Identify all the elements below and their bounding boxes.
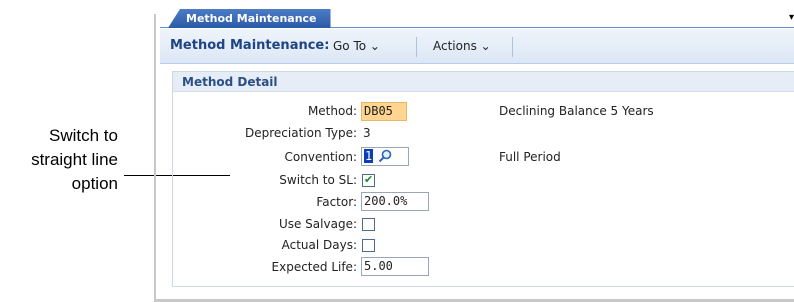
search-icon[interactable] bbox=[378, 149, 392, 163]
use-salvage-checkbox[interactable] bbox=[362, 218, 375, 231]
tab-method-maintenance[interactable]: Method Maintenance bbox=[168, 9, 331, 28]
convention-description: Full Period bbox=[499, 150, 561, 164]
goto-menu-button[interactable]: Go To ⌄ bbox=[333, 39, 380, 53]
callout-line-1: Switch to bbox=[49, 126, 118, 145]
use-salvage-label: Use Salvage: bbox=[278, 217, 357, 231]
actions-menu-button[interactable]: Actions ⌄ bbox=[433, 39, 491, 53]
method-label: Method: bbox=[307, 104, 357, 118]
callout-line-3: option bbox=[71, 174, 118, 193]
method-detail-panel: Method Detail Method: DB05 Declining Bal… bbox=[172, 71, 794, 287]
actual-days-checkbox[interactable] bbox=[362, 239, 375, 252]
switch-to-sl-label: Switch to SL: bbox=[279, 173, 357, 187]
depreciation-type-value: 3 bbox=[363, 126, 371, 140]
window-left-border bbox=[154, 14, 156, 302]
switch-to-sl-checkbox[interactable] bbox=[362, 173, 375, 187]
actual-days-label: Actual Days: bbox=[281, 238, 357, 252]
tab-menu-arrow-icon[interactable]: ▾ bbox=[789, 12, 794, 23]
convention-label: Convention: bbox=[284, 150, 357, 164]
toolbar-separator bbox=[416, 37, 417, 57]
factor-field[interactable]: 200.0% bbox=[361, 192, 429, 211]
factor-label: Factor: bbox=[316, 195, 357, 209]
method-description: Declining Balance 5 Years bbox=[499, 104, 654, 118]
annotation-callout: Switch to straight line option bbox=[0, 124, 118, 196]
method-field[interactable]: DB05 bbox=[361, 102, 407, 121]
toolbar-separator bbox=[512, 37, 513, 57]
toolbar: Method Maintenance: Go To ⌄ Actions ⌄ bbox=[160, 29, 794, 64]
expected-life-field[interactable]: 5.00 bbox=[361, 257, 429, 276]
toolbar-title: Method Maintenance: bbox=[170, 38, 330, 53]
expected-life-label: Expected Life: bbox=[271, 260, 357, 274]
callout-line-2: straight line bbox=[31, 150, 118, 169]
depreciation-type-label: Depreciation Type: bbox=[245, 126, 357, 140]
convention-value: 1 bbox=[364, 149, 374, 163]
panel-header: Method Detail bbox=[173, 72, 794, 92]
tab-strip: Method Maintenance ▾ bbox=[160, 6, 794, 28]
